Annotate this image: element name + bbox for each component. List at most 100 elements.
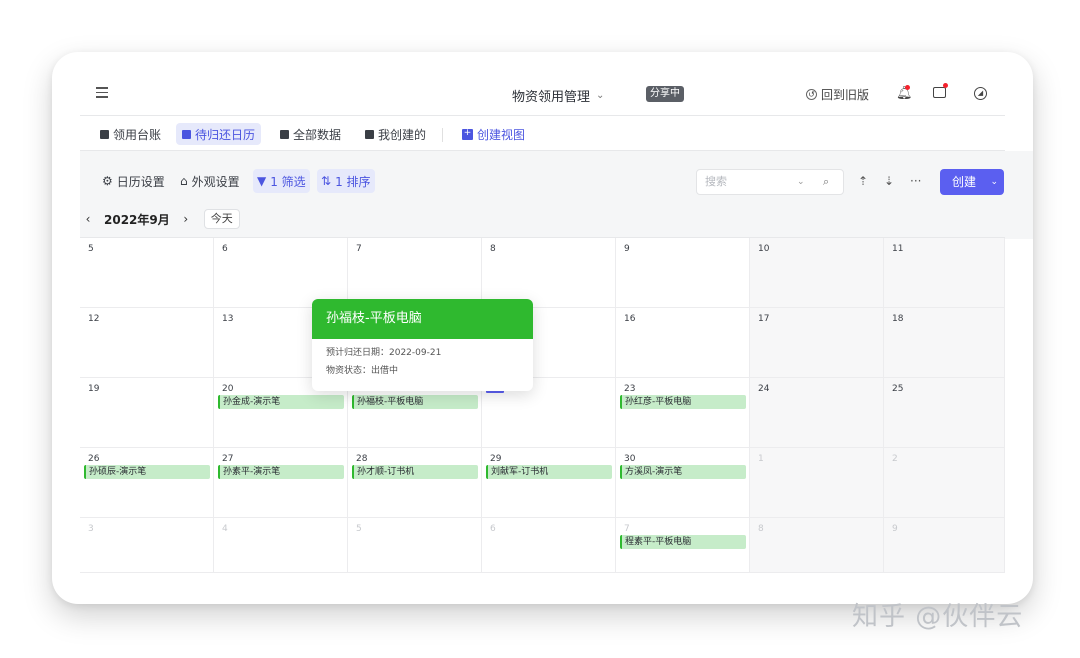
calendar-event[interactable]: 孙福枝-平板电脑 xyxy=(352,395,478,409)
day-number: 10 xyxy=(758,244,770,254)
calendar-event[interactable]: 孙才顺-订书机 xyxy=(352,465,478,479)
day-number: 9 xyxy=(892,524,898,534)
calendar-day-cell[interactable]: 29 刘献军-订书机 xyxy=(482,448,616,518)
appearance-settings-label: 外观设置 xyxy=(191,174,240,189)
event-detail-popup[interactable]: 孙福枝-平板电脑 预计归还日期：2022-09-21 物资状态：出借中 xyxy=(312,299,533,391)
search-input[interactable]: 搜索 ⌄ ⌕ xyxy=(696,169,844,195)
chevron-down-icon[interactable]: ⌄ xyxy=(990,169,998,195)
gear-icon: ⚙ xyxy=(102,174,113,188)
popup-status: 物资状态：出借中 xyxy=(326,366,399,376)
calendar-settings-label: 日历设置 xyxy=(116,174,165,189)
calendar-day-cell[interactable]: 12 xyxy=(80,308,214,378)
today-button[interactable]: 今天 xyxy=(203,209,240,229)
day-number: 7 xyxy=(624,524,630,534)
day-number: 4 xyxy=(222,524,228,534)
calendar-event[interactable]: 孙素平-演示笔 xyxy=(218,465,344,479)
calendar-day-cell[interactable]: 2 xyxy=(884,448,1005,518)
day-number: 6 xyxy=(490,524,496,534)
month-navigation: ‹ 2022年9月 › 今天 xyxy=(80,207,240,231)
day-number: 6 xyxy=(222,244,228,254)
day-number: 13 xyxy=(222,314,234,324)
day-number: 25 xyxy=(892,384,904,394)
calendar-day-cell[interactable]: 23 孙红彦-平板电脑 xyxy=(616,378,750,448)
calendar-day-cell[interactable]: 9 xyxy=(616,238,750,308)
day-number: 5 xyxy=(356,524,362,534)
calendar-day-cell[interactable]: 4 xyxy=(214,518,348,573)
calendar-day-cell[interactable]: 5 xyxy=(80,238,214,308)
calendar-grid: 567891011121314151617181920孙金成-演示笔21孙福枝-… xyxy=(80,237,1005,573)
day-number: 8 xyxy=(758,524,764,534)
calendar-day-cell[interactable]: 7 xyxy=(348,238,482,308)
sort-label: 1 排序 xyxy=(335,174,371,189)
day-number: 23 xyxy=(624,384,636,394)
chevron-down-icon[interactable]: ⌄ xyxy=(797,170,805,194)
download-icon[interactable]: ⇣ xyxy=(884,174,894,188)
day-number: 19 xyxy=(88,384,100,394)
calendar-day-cell[interactable]: 5 xyxy=(348,518,482,573)
day-number: 2 xyxy=(892,454,898,464)
calendar-day-cell[interactable]: 3 xyxy=(80,518,214,573)
calendar-day-cell[interactable]: 17 xyxy=(750,308,884,378)
calendar-day-cell[interactable]: 11 xyxy=(884,238,1005,308)
day-number: 5 xyxy=(88,244,94,254)
day-number: 18 xyxy=(892,314,904,324)
calendar-day-cell[interactable]: 24 xyxy=(750,378,884,448)
sort-button[interactable]: ⇅ 1 排序 xyxy=(317,169,375,193)
more-icon[interactable]: ··· xyxy=(910,174,921,188)
day-number: 17 xyxy=(758,314,770,324)
day-number: 11 xyxy=(892,244,904,254)
calendar-day-cell[interactable]: 19 xyxy=(80,378,214,448)
previous-month-icon[interactable]: ‹ xyxy=(80,212,96,226)
day-number: 3 xyxy=(88,524,94,534)
popup-expected-return: 预计归还日期：2022-09-21 xyxy=(326,348,442,358)
calendar-day-cell[interactable]: 25 xyxy=(884,378,1005,448)
calendar-day-cell[interactable]: 30 方溪凤-演示笔 xyxy=(616,448,750,518)
calendar-day-cell[interactable]: 28 孙才顺-订书机 xyxy=(348,448,482,518)
calendar-day-cell[interactable]: 9 xyxy=(884,518,1005,573)
day-number: 24 xyxy=(758,384,770,394)
calendar-day-cell[interactable]: 10 xyxy=(750,238,884,308)
appearance-settings-button[interactable]: ⌂ 外观设置 xyxy=(176,169,244,193)
next-month-icon[interactable]: › xyxy=(178,212,194,226)
day-number: 30 xyxy=(624,454,636,464)
calendar-event[interactable]: 刘献军-订书机 xyxy=(486,465,612,479)
calendar-settings-button[interactable]: ⚙ 日历设置 xyxy=(98,169,169,193)
calendar-day-cell[interactable]: 16 xyxy=(616,308,750,378)
day-number: 20 xyxy=(222,384,234,394)
day-number: 28 xyxy=(356,454,368,464)
calendar-day-cell[interactable]: 8 xyxy=(482,238,616,308)
calendar-day-cell[interactable]: 1 xyxy=(750,448,884,518)
upload-icon[interactable]: ⇡ xyxy=(858,174,868,188)
day-number: 9 xyxy=(624,244,630,254)
calendar-day-cell[interactable]: 27 孙素平-演示笔 xyxy=(214,448,348,518)
filter-label: 1 筛选 xyxy=(270,174,306,189)
calendar-event[interactable]: 孙红彦-平板电脑 xyxy=(620,395,746,409)
create-record-button[interactable]: 创建 ⌄ xyxy=(940,169,1004,195)
calendar-toolbar: ⚙ 日历设置 ⌂ 外观设置 ▼ 1 筛选 ⇅ 1 排序 搜索 ⌄ ⌕ ⇡ ⇣ ·… xyxy=(80,164,1005,196)
calendar-event[interactable]: 孙金成-演示笔 xyxy=(218,395,344,409)
calendar-day-cell[interactable]: 6 xyxy=(214,238,348,308)
filter-icon: ▼ xyxy=(257,174,267,188)
gift-icon: ⌂ xyxy=(180,174,188,188)
day-number: 27 xyxy=(222,454,234,464)
calendar-event[interactable]: 程素平-平板电脑 xyxy=(620,535,746,549)
search-icon[interactable]: ⌕ xyxy=(823,170,829,194)
calendar-day-cell[interactable]: 6 xyxy=(482,518,616,573)
day-number: 16 xyxy=(624,314,636,324)
calendar-event[interactable]: 方溪凤-演示笔 xyxy=(620,465,746,479)
create-label: 创建 xyxy=(952,175,977,189)
app-window: 物资领用管理 ⌄ 分享中 ↺ 回到旧版 🔔︎ ◢ 领用台账 待归还日历 全部数据… xyxy=(52,52,1033,604)
calendar-day-cell[interactable]: 7 程素平-平板电脑 xyxy=(616,518,750,573)
watermark: 知乎 @伙伴云 xyxy=(852,602,1024,632)
day-number: 26 xyxy=(88,454,100,464)
calendar-day-cell[interactable]: 26 孙硕辰-演示笔 xyxy=(80,448,214,518)
calendar-day-cell[interactable]: 8 xyxy=(750,518,884,573)
day-number: 12 xyxy=(88,314,100,324)
sort-icon: ⇅ xyxy=(321,174,332,188)
search-placeholder: 搜索 xyxy=(705,175,727,188)
day-number: 29 xyxy=(490,454,502,464)
current-month-label: 2022年9月 xyxy=(104,212,170,227)
calendar-event[interactable]: 孙硕辰-演示笔 xyxy=(84,465,210,479)
filter-button[interactable]: ▼ 1 筛选 xyxy=(253,169,310,193)
calendar-day-cell[interactable]: 18 xyxy=(884,308,1005,378)
